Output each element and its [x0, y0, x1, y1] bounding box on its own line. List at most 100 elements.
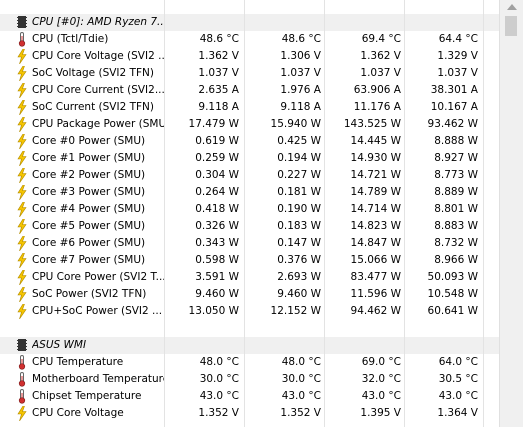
- current-value: 0.304 W: [195, 169, 239, 181]
- maximum-value: 63.906 A: [353, 84, 401, 96]
- sensor-row[interactable]: SoC Voltage (SVI2 TFN) 1.037 V 1.037 V 1.03…: [0, 65, 499, 82]
- scroll-up-arrow-icon[interactable]: [500, 0, 523, 16]
- vertical-scrollbar[interactable]: [499, 0, 523, 427]
- sensor-group-header[interactable]: ASUS WMI: [0, 337, 499, 354]
- sensor-label: Core #4 Power (SMU): [32, 203, 146, 215]
- average-value: 38.301 A: [430, 84, 478, 96]
- current-value: 1.037 V: [198, 67, 239, 79]
- thermometer-icon: [15, 388, 29, 405]
- sensor-label: SoC Voltage (SVI2 TFN): [32, 67, 154, 79]
- minimum-value: 2.693 W: [277, 271, 321, 283]
- sensor-row[interactable]: Core #7 Power (SMU) 0.598 W 0.376 W 15.066 …: [0, 252, 499, 269]
- current-value: 17.479 W: [188, 118, 239, 130]
- sensor-row[interactable]: CPU (Tctl/Tdie) 48.6 °C 48.6 °C 69.4 °C 64.4…: [0, 31, 499, 48]
- maximum-value: 15.066 W: [350, 254, 401, 266]
- sensor-row[interactable]: Motherboard Temperature 30.0 °C 30.0 °C 32.…: [0, 371, 499, 388]
- sensor-label: CPU Core Power (SVI2 T...: [32, 271, 164, 283]
- average-value: 8.732 W: [434, 237, 478, 249]
- sensor-label: CPU (Tctl/Tdie): [32, 33, 109, 45]
- average-value: 64.4 °C: [438, 33, 478, 45]
- voltage-icon: [15, 133, 29, 150]
- current-value: 0.264 W: [195, 186, 239, 198]
- sensor-label: Core #0 Power (SMU): [32, 135, 146, 147]
- minimum-value: 1.037 V: [280, 67, 321, 79]
- sensor-label: Core #2 Power (SMU): [32, 169, 146, 181]
- current-value: 0.418 W: [195, 203, 239, 215]
- average-value: 60.641 W: [427, 305, 478, 317]
- average-value: 8.773 W: [434, 169, 478, 181]
- sensor-row[interactable]: SoC Power (SVI2 TFN) 9.460 W 9.460 W 11.596…: [0, 286, 499, 303]
- average-value: 1.329 V: [437, 50, 478, 62]
- average-value: 8.888 W: [434, 135, 478, 147]
- sensor-row[interactable]: CPU Core Voltage 1.352 V 1.352 V 1.395 V 1.3…: [0, 405, 499, 422]
- average-value: 1.037 V: [437, 67, 478, 79]
- minimum-value: 1.976 A: [280, 84, 321, 96]
- minimum-value: 15.940 W: [270, 118, 321, 130]
- minimum-value: 0.181 W: [277, 186, 321, 198]
- current-value: 9.118 A: [198, 101, 239, 113]
- average-value: 1.364 V: [437, 407, 478, 419]
- maximum-value: 14.930 W: [350, 152, 401, 164]
- sensor-group-title: ASUS WMI: [32, 339, 87, 351]
- average-value: 93.462 W: [427, 118, 478, 130]
- sensor-row[interactable]: CPU Temperature 48.0 °C 48.0 °C 69.0 °C 64.0…: [0, 354, 499, 371]
- maximum-value: 43.0 °C: [361, 390, 401, 402]
- sensor-row[interactable]: CPU+SoC Power (SVI2 ... 13.050 W 12.152 W 9…: [0, 303, 499, 320]
- average-value: 8.801 W: [434, 203, 478, 215]
- maximum-value: 69.4 °C: [361, 33, 401, 45]
- minimum-value: 0.147 W: [277, 237, 321, 249]
- average-value: 30.5 °C: [438, 373, 478, 385]
- sensor-row[interactable]: Core #1 Power (SMU) 0.259 W 0.194 W 14.930 …: [0, 150, 499, 167]
- sensor-row[interactable]: Core #6 Power (SMU) 0.343 W 0.147 W 14.847 …: [0, 235, 499, 252]
- minimum-value: 0.425 W: [277, 135, 321, 147]
- chip-icon: [15, 14, 29, 31]
- voltage-icon: [15, 65, 29, 82]
- thermometer-icon: [15, 31, 29, 48]
- voltage-icon: [15, 235, 29, 252]
- average-value: 10.167 A: [430, 101, 478, 113]
- average-value: 43.0 °C: [438, 390, 478, 402]
- sensor-row[interactable]: SoC Current (SVI2 TFN) 9.118 A 9.118 A 11.1…: [0, 99, 499, 116]
- sensor-row[interactable]: Chipset Temperature 43.0 °C 43.0 °C 43.0 °C…: [0, 388, 499, 405]
- thermometer-icon: [15, 371, 29, 388]
- minimum-value: 12.152 W: [270, 305, 321, 317]
- sensor-row[interactable]: CPU Core Power (SVI2 T... 3.591 W 2.693 W 8…: [0, 269, 499, 286]
- sensor-row[interactable]: CPU Core Current (SVI2... 2.635 A 1.976 A 6…: [0, 82, 499, 99]
- maximum-value: 83.477 W: [350, 271, 401, 283]
- sensor-label: CPU Temperature: [32, 356, 124, 368]
- sensor-label: CPU Package Power (SMU): [32, 118, 164, 130]
- column-divider: [244, 0, 245, 427]
- sensor-row[interactable]: Core #0 Power (SMU) 0.619 W 0.425 W 14.445 …: [0, 133, 499, 150]
- current-value: 48.0 °C: [199, 356, 239, 368]
- maximum-value: 14.714 W: [350, 203, 401, 215]
- current-value: 1.352 V: [198, 407, 239, 419]
- maximum-value: 11.176 A: [353, 101, 401, 113]
- column-divider: [324, 0, 325, 427]
- scroll-thumb[interactable]: [505, 16, 517, 36]
- maximum-value: 11.596 W: [350, 288, 401, 300]
- sensor-row[interactable]: Core #5 Power (SMU) 0.326 W 0.183 W 14.823 …: [0, 218, 499, 235]
- sensor-label: CPU Core Voltage: [32, 407, 124, 419]
- sensor-group-header[interactable]: CPU [#0]: AMD Ryzen 7...: [0, 14, 499, 31]
- sensor-row[interactable]: CPU Package Power (SMU) 17.479 W 15.940 W 1…: [0, 116, 499, 133]
- thermometer-icon: [15, 354, 29, 371]
- sensor-row[interactable]: Core #4 Power (SMU) 0.418 W 0.190 W 14.714 …: [0, 201, 499, 218]
- voltage-icon: [15, 405, 29, 422]
- sensor-row[interactable]: Core #2 Power (SMU) 0.304 W 0.227 W 14.721 …: [0, 167, 499, 184]
- maximum-value: 14.847 W: [350, 237, 401, 249]
- maximum-value: 1.362 V: [360, 50, 401, 62]
- sensor-label: SoC Current (SVI2 TFN): [32, 101, 154, 113]
- sensor-label: Core #3 Power (SMU): [32, 186, 146, 198]
- voltage-icon: [15, 286, 29, 303]
- sensor-label: Motherboard Temperature: [32, 373, 164, 385]
- sensor-label: Core #7 Power (SMU): [32, 254, 146, 266]
- voltage-icon: [15, 99, 29, 116]
- sensor-row[interactable]: Core #3 Power (SMU) 0.264 W 0.181 W 14.789 …: [0, 184, 499, 201]
- voltage-icon: [15, 82, 29, 99]
- column-divider: [164, 0, 165, 427]
- voltage-icon: [15, 167, 29, 184]
- maximum-value: 143.525 W: [343, 118, 401, 130]
- average-value: 8.883 W: [434, 220, 478, 232]
- sensor-label: CPU+SoC Power (SVI2 ...: [32, 305, 163, 317]
- sensor-row[interactable]: CPU Core Voltage (SVI2 ... 1.362 V 1.306 V…: [0, 48, 499, 65]
